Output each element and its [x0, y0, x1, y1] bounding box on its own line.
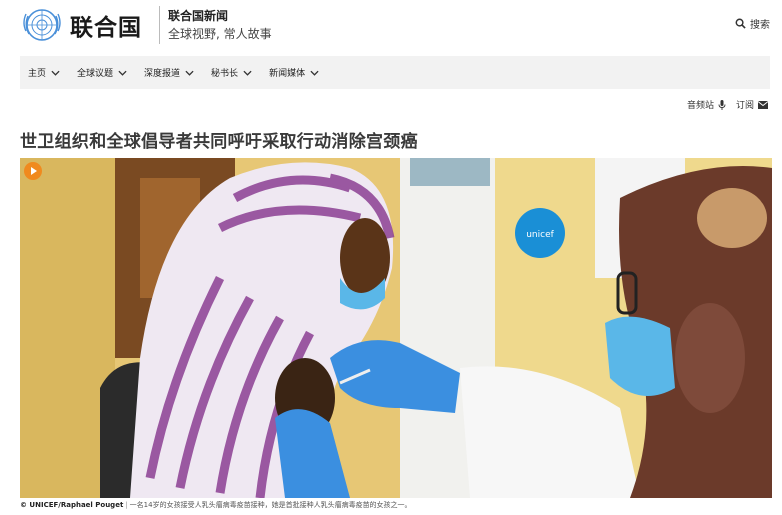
photo-caption-text: 一名14岁的女孩接受人乳头瘤病毒疫苗接种，她是首批接种人乳头瘤病毒疫苗的女孩之一… [129, 501, 412, 509]
nav-item-home[interactable]: 主页 [28, 66, 60, 79]
photo-credit: © UNICEF/Raphael Pouget [20, 501, 124, 509]
nav-item-in-depth[interactable]: 深度报道 [144, 66, 194, 79]
search-label: 搜索 [750, 20, 770, 31]
audio-hub-link[interactable]: 音频站 [687, 98, 726, 111]
site-header: 联合国 联合国新闻 全球视野, 常人故事 搜索 [0, 0, 782, 52]
svg-text:unicef: unicef [526, 230, 554, 240]
chevron-down-icon [185, 70, 194, 76]
article-headline: 世卫组织和全球倡导者共同呼吁采取行动消除宫颈癌 [20, 132, 418, 152]
audio-label: 音频站 [686, 101, 714, 111]
article-tools: 音频站 订阅 [687, 98, 768, 111]
article-photo[interactable]: unicef [20, 158, 772, 498]
photo-illustration: unicef [20, 158, 772, 498]
chevron-down-icon [243, 70, 252, 76]
nav-item-label: 新闻媒体 [269, 69, 306, 79]
search-button[interactable]: 搜索 [735, 16, 770, 31]
subscribe-link[interactable]: 订阅 [736, 98, 768, 111]
logo-text[interactable]: 联合国 [70, 8, 142, 42]
news-title[interactable]: 联合国新闻 [168, 7, 228, 24]
play-icon[interactable] [24, 162, 42, 180]
nav-item-global-issues[interactable]: 全球议题 [77, 66, 127, 79]
photo-caption: © UNICEF/Raphael Pouget | 一名14岁的女孩接受人乳头瘤病毒… [20, 501, 412, 509]
nav-item-label: 全球议题 [77, 69, 114, 79]
nav-item-news-media[interactable]: 新闻媒体 [269, 66, 319, 79]
news-subtitle: 全球视野, 常人故事 [168, 27, 272, 41]
nav-item-label: 深度报道 [144, 69, 181, 79]
subscribe-label: 订阅 [735, 101, 754, 111]
nav-item-label: 主页 [28, 69, 47, 79]
envelope-icon [758, 100, 768, 109]
chevron-down-icon [310, 70, 319, 76]
main-nav: 主页 全球议题 深度报道 秘书长 新闻媒体 [20, 56, 770, 89]
nav-item-label: 秘书长 [211, 69, 239, 79]
chevron-down-icon [51, 70, 60, 76]
search-icon [735, 18, 746, 29]
chevron-down-icon [118, 70, 127, 76]
microphone-icon [718, 99, 726, 110]
un-emblem-icon[interactable] [20, 5, 64, 45]
header-divider [159, 6, 160, 44]
nav-item-secretary-general[interactable]: 秘书长 [211, 66, 252, 79]
